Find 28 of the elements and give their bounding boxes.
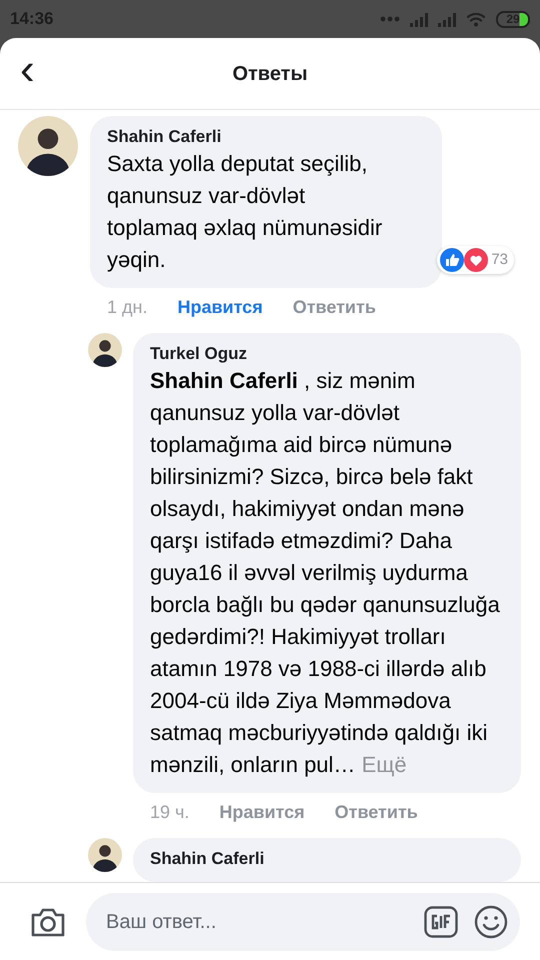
reply-button[interactable]: Ответить bbox=[292, 294, 376, 321]
comment-text: Shahin Caferli , siz mənim qanunsuz yolla var-dövlət toplamağıma aid bircə nümunə bilirsinizmi? Sizcə, bircə belə fakt olsaydı, hakimiyyət ondan mənə qarşı istifadə etməzdimi? Daha guya16 il əvvəl verilmiş uydurma borcla bağlı bu qədər qanunsuzluğa gedərdimi?! Hakimiyyət trolları atamın 1978 və 1988-ci illərdə alıb 2004-cü ildə Ziya Məmmədova satmaq məcburiyyətində qaldığı iki mənzili, onların pul… Ещё bbox=[150, 367, 501, 779]
reply-field[interactable]: Ваш ответ... bbox=[86, 892, 520, 950]
wifi-icon bbox=[466, 12, 486, 26]
comment-author[interactable]: Shahin Caferli bbox=[150, 848, 504, 870]
avatar bbox=[88, 333, 122, 367]
like-icon bbox=[440, 248, 464, 272]
reply-input[interactable]: Ваш ответ... bbox=[104, 906, 424, 938]
like-button[interactable]: Нравится bbox=[219, 799, 305, 826]
gif-icon[interactable] bbox=[424, 906, 458, 938]
comment-text: Saxta yolla deputat seçilib, qanunsuz var-dövlət toplamaq əxlaq nümunəsidir yəqin. bbox=[107, 150, 384, 274]
comment-author[interactable]: Shahin Caferli bbox=[107, 126, 425, 148]
comment-time: 1 дн. bbox=[107, 296, 148, 319]
screen-title: Ответы bbox=[232, 62, 308, 86]
reaction-count: 73 bbox=[491, 250, 508, 270]
avatar bbox=[88, 838, 122, 872]
comment-author[interactable]: Turkel Oguz bbox=[150, 343, 504, 365]
reactions-badge[interactable]: 73 bbox=[437, 246, 514, 274]
dots-icon bbox=[380, 16, 400, 22]
reply-button[interactable]: Ответить bbox=[334, 799, 418, 826]
signal-icon bbox=[438, 12, 456, 26]
camera-icon[interactable] bbox=[30, 906, 66, 938]
emoji-icon[interactable] bbox=[474, 904, 508, 938]
back-button[interactable]: ‹ bbox=[14, 48, 41, 92]
comment-time: 19 ч. bbox=[150, 801, 190, 824]
like-button[interactable]: Нравится bbox=[177, 294, 263, 321]
see-more-link[interactable]: Ещё bbox=[362, 752, 407, 777]
signal-icon bbox=[410, 12, 428, 26]
